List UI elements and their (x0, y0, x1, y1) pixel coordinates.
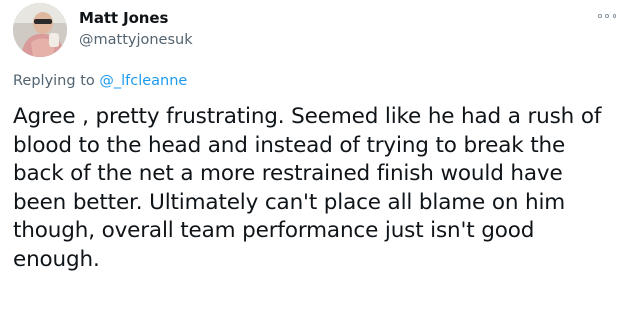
tweet-text-line: enough. (13, 246, 100, 272)
dot (598, 14, 602, 18)
replying-to-line: Replying to @_lfcleanne (13, 73, 187, 89)
tweet-card: Matt Jones @mattyjonesuk Replying to @_l… (0, 0, 630, 311)
tweet-text-line: blood to the head and instead of trying … (13, 132, 566, 158)
reply-mention-link[interactable]: @_lfcleanne (99, 73, 187, 89)
tweet-text-line: been better. Ultimately can't place all … (13, 189, 566, 215)
tweet-text-line: though, overall team performance just is… (13, 218, 535, 243)
author-display-name[interactable]: Matt Jones (79, 9, 168, 27)
replying-to-label: Replying to (13, 73, 100, 89)
tweet-text-line: Agree , pretty frustrating. Seemed like … (13, 104, 602, 129)
tweet-text: Agree , pretty frustrating. Seemed like … (13, 103, 618, 274)
dot (612, 14, 616, 18)
tweet-text-line: back of the net a more restrained finish… (13, 161, 563, 186)
author-avatar[interactable] (13, 3, 67, 57)
profile-photo-icon (13, 3, 67, 57)
more-options-icon[interactable] (598, 9, 616, 23)
author-handle[interactable]: @mattyjonesuk (79, 32, 193, 48)
dot (605, 14, 609, 18)
